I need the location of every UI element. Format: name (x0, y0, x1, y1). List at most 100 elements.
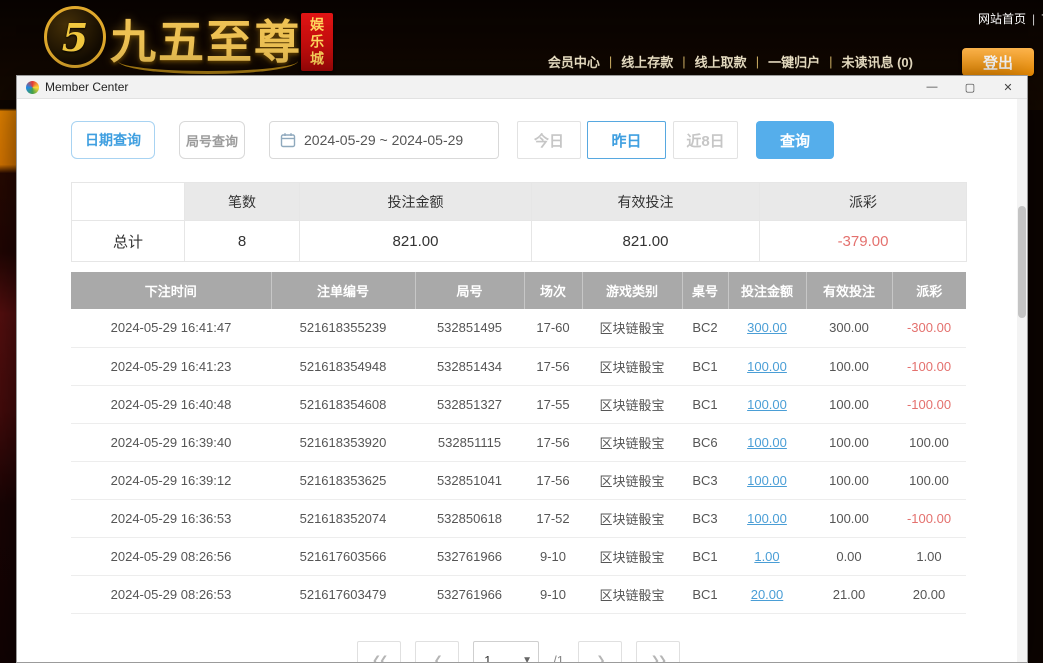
table-row: 2024-05-29 16:41:23 521618354948 5328514… (71, 347, 966, 385)
summary-header-blank (72, 183, 185, 221)
cell-bet-amount-link[interactable]: 300.00 (728, 309, 806, 347)
close-button[interactable]: ✕ (989, 76, 1027, 98)
summary-total-row: 总计 8 821.00 821.00 -379.00 (72, 221, 967, 262)
first-page-button[interactable]: ❮❮ (357, 641, 401, 663)
cell-payout: -100.00 (892, 347, 966, 385)
logo-number: 5 (62, 15, 88, 60)
page-select[interactable]: 1 ▼ (473, 641, 539, 663)
yesterday-button[interactable]: 昨日 (587, 121, 666, 159)
member-nav: 会员中心| 线上存款| 线上取款| 一键归户| 未读讯息 (0) (548, 48, 913, 74)
cell-session: 17-56 (524, 461, 582, 499)
cell-round-no: 532851495 (415, 309, 524, 347)
cell-valid-bet: 100.00 (806, 423, 892, 461)
window-scrollbar[interactable] (1017, 99, 1027, 663)
site-logo-title: 九五至尊 (110, 6, 302, 72)
cell-bet-id: 521618353625 (271, 461, 415, 499)
nav-one-key-transfer[interactable]: 一键归户 (768, 52, 820, 71)
cell-bet-time: 2024-05-29 16:39:12 (71, 461, 271, 499)
cell-round-no: 532851115 (415, 423, 524, 461)
today-button[interactable]: 今日 (517, 121, 581, 159)
maximize-button[interactable]: ▢ (951, 76, 989, 98)
cell-session: 9-10 (524, 537, 582, 575)
header-bet-id: 注单编号 (271, 272, 415, 309)
cell-table-no: BC1 (682, 575, 728, 613)
header-payout: 派彩 (892, 272, 966, 309)
cell-bet-id: 521617603566 (271, 537, 415, 575)
header-valid-bet: 有效投注 (806, 272, 892, 309)
cell-table-no: BC3 (682, 461, 728, 499)
header-table-no: 桌号 (682, 272, 728, 309)
cell-session: 17-56 (524, 423, 582, 461)
cell-bet-time: 2024-05-29 16:39:40 (71, 423, 271, 461)
table-row: 2024-05-29 08:26:56 521617603566 5327619… (71, 537, 966, 575)
last-8-days-button[interactable]: 近8日 (673, 121, 738, 159)
summary-count: 8 (185, 221, 300, 262)
scrollbar-thumb[interactable] (1018, 206, 1026, 318)
cell-game-type: 区块链骰宝 (582, 537, 682, 575)
nav-unread-messages[interactable]: 未读讯息 (0) (841, 52, 913, 71)
nav-separator: | (609, 54, 612, 69)
window-title: Member Center (45, 80, 128, 94)
cell-table-no: BC6 (682, 423, 728, 461)
table-row: 2024-05-29 16:36:53 521618352074 5328506… (71, 499, 966, 537)
summary-table: 笔数 投注金额 有效投注 派彩 总计 8 821.00 821.00 -379.… (71, 182, 967, 262)
minimize-button[interactable]: — (913, 76, 951, 98)
cell-bet-amount-link[interactable]: 20.00 (728, 575, 806, 613)
member-center-window: Member Center — ▢ ✕ 日期查询 局号查询 2024-05-29… (16, 75, 1028, 663)
table-row: 2024-05-29 16:41:47 521618355239 5328514… (71, 309, 966, 347)
page-select-value: 1 (484, 653, 491, 663)
logout-button[interactable]: 登出 (962, 48, 1034, 76)
cell-valid-bet: 100.00 (806, 461, 892, 499)
cell-bet-amount-link[interactable]: 1.00 (728, 537, 806, 575)
cell-valid-bet: 100.00 (806, 499, 892, 537)
summary-valid-bet: 821.00 (532, 221, 760, 262)
date-range-input[interactable]: 2024-05-29 ~ 2024-05-29 (269, 121, 499, 159)
cell-payout: -100.00 (892, 385, 966, 423)
bet-records-table: 下注时间 注单编号 局号 场次 游戏类别 桌号 投注金额 有效投注 派彩 202… (71, 272, 966, 614)
cell-bet-amount-link[interactable]: 100.00 (728, 385, 806, 423)
search-button[interactable]: 查询 (756, 121, 834, 159)
home-link[interactable]: 网站首页 (978, 12, 1026, 26)
next-page-button[interactable]: ❯ (578, 641, 622, 663)
cell-table-no: BC2 (682, 309, 728, 347)
cell-payout: 100.00 (892, 423, 966, 461)
prev-page-button[interactable]: ❮ (415, 641, 459, 663)
cell-bet-amount-link[interactable]: 100.00 (728, 423, 806, 461)
cell-table-no: BC1 (682, 385, 728, 423)
logo-coin-icon: 5 (44, 6, 106, 68)
tab-round-query[interactable]: 局号查询 (179, 121, 245, 159)
cell-round-no: 532851041 (415, 461, 524, 499)
cell-valid-bet: 0.00 (806, 537, 892, 575)
page-total-label: /1 (553, 641, 564, 663)
topbar-separator: | (1032, 12, 1035, 26)
nav-online-deposit[interactable]: 线上存款 (621, 52, 673, 71)
window-titlebar[interactable]: Member Center — ▢ ✕ (17, 76, 1027, 99)
cell-valid-bet: 100.00 (806, 347, 892, 385)
nav-online-withdraw[interactable]: 线上取款 (695, 52, 747, 71)
tab-date-query[interactable]: 日期查询 (71, 121, 155, 159)
cell-game-type: 区块链骰宝 (582, 423, 682, 461)
summary-bet-amount: 821.00 (300, 221, 532, 262)
cell-session: 17-55 (524, 385, 582, 423)
cell-bet-id: 521618352074 (271, 499, 415, 537)
date-range-value: 2024-05-29 ~ 2024-05-29 (304, 132, 463, 148)
cell-table-no: BC1 (682, 537, 728, 575)
last-page-button[interactable]: ❯❯ (636, 641, 680, 663)
summary-header-payout: 派彩 (760, 183, 967, 221)
summary-header-bet-amount: 投注金额 (300, 183, 532, 221)
summary-total-label: 总计 (72, 221, 185, 262)
cell-bet-amount-link[interactable]: 100.00 (728, 499, 806, 537)
pagination: ❮❮ ❮ 1 ▼ /1 ❯ ❯❯ (71, 641, 966, 663)
window-controls: — ▢ ✕ (913, 76, 1027, 98)
nav-member-center[interactable]: 会员中心 (548, 52, 600, 71)
cell-session: 17-56 (524, 347, 582, 385)
nav-separator: | (756, 54, 759, 69)
cell-bet-time: 2024-05-29 16:41:23 (71, 347, 271, 385)
table-row: 2024-05-29 16:40:48 521618354608 5328513… (71, 385, 966, 423)
cell-bet-amount-link[interactable]: 100.00 (728, 461, 806, 499)
cell-bet-time: 2024-05-29 08:26:53 (71, 575, 271, 613)
bet-table-header-row: 下注时间 注单编号 局号 场次 游戏类别 桌号 投注金额 有效投注 派彩 (71, 272, 966, 309)
cell-round-no: 532851327 (415, 385, 524, 423)
cell-bet-amount-link[interactable]: 100.00 (728, 347, 806, 385)
header-session: 场次 (524, 272, 582, 309)
